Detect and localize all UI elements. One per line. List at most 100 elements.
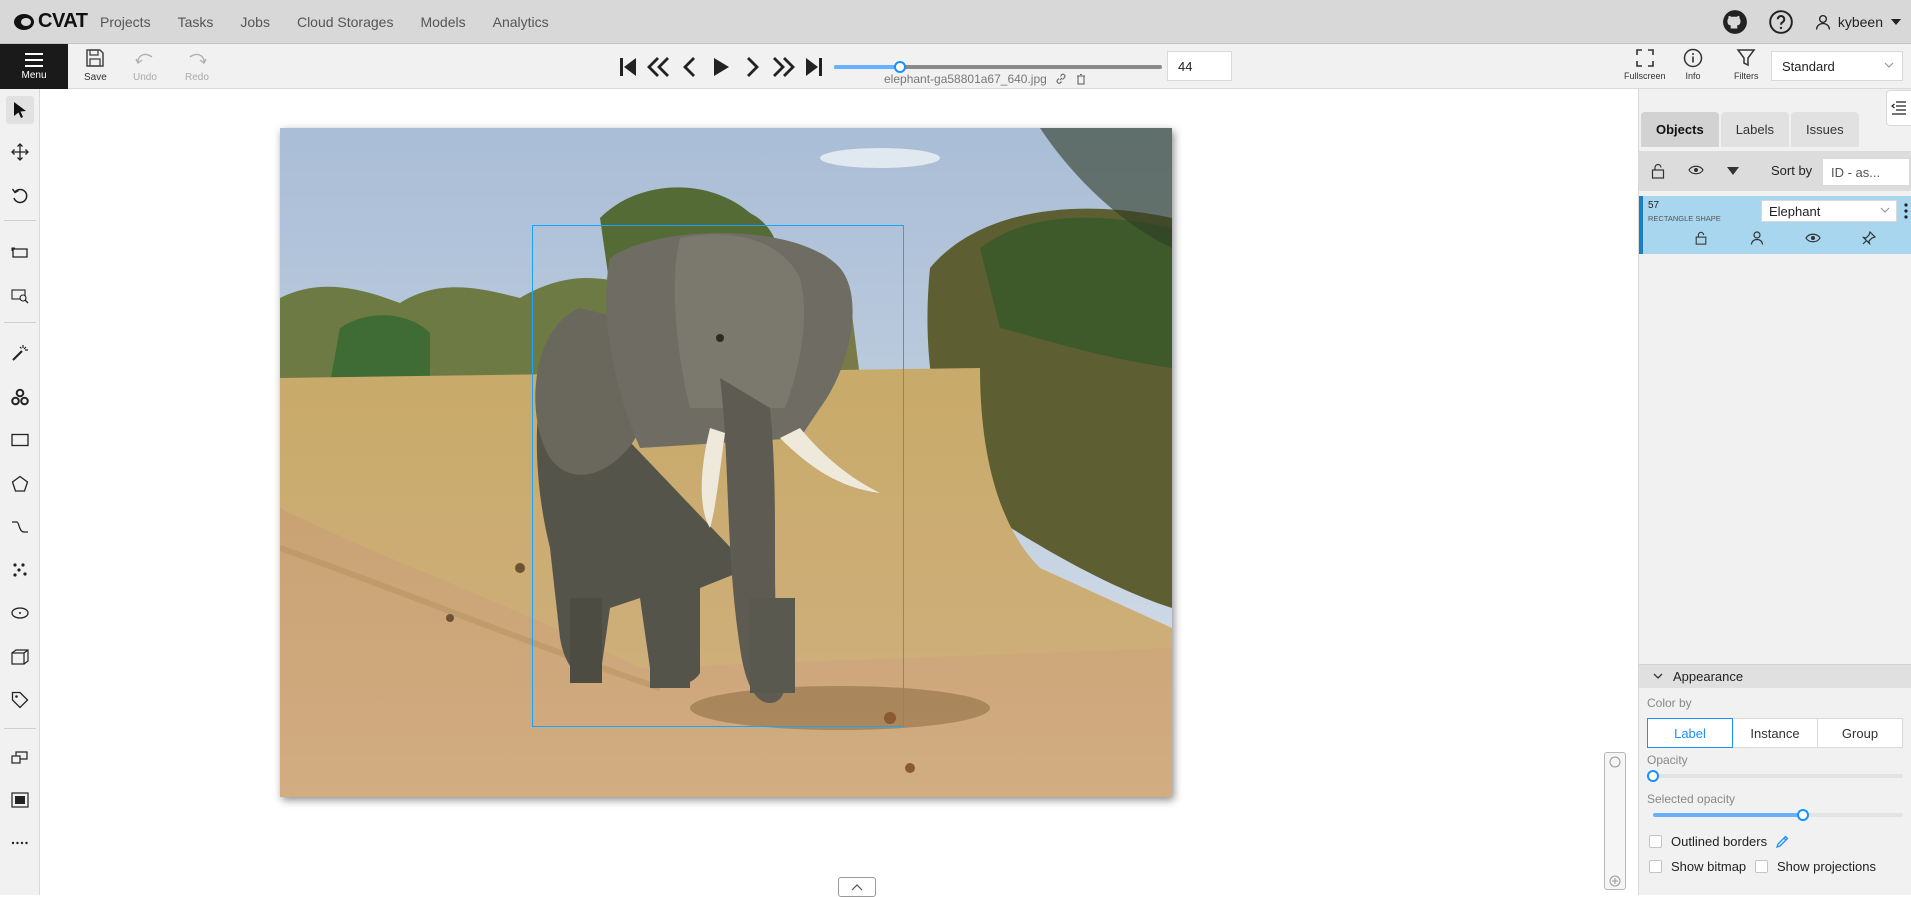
eye-icon[interactable] (1688, 163, 1704, 177)
visibility-icon[interactable] (1805, 231, 1821, 245)
top-right-controls: kybeen (1722, 0, 1911, 44)
appearance-title: Appearance (1673, 669, 1744, 684)
info-label: Info (1685, 71, 1701, 81)
redo-icon (189, 53, 207, 65)
opencv-tool[interactable] (6, 383, 34, 411)
color-by-label-button[interactable]: Label (1647, 718, 1733, 748)
redo-label: Redo (185, 72, 209, 83)
tab-objects[interactable]: Objects (1641, 112, 1719, 147)
filters-button[interactable]: Filters (1734, 48, 1759, 81)
nav-tasks[interactable]: Tasks (178, 14, 214, 30)
cuboid-tool[interactable] (6, 643, 34, 671)
nav-analytics[interactable]: Analytics (493, 14, 549, 30)
top-navigation-bar: CVAT Projects Tasks Jobs Cloud Storages … (0, 0, 1911, 44)
play-button[interactable] (705, 53, 736, 81)
next-frame-icon (746, 57, 759, 77)
show-bitmap-checkbox[interactable]: Show bitmap (1649, 859, 1746, 874)
show-projections-box[interactable] (1755, 860, 1768, 873)
forward-step-button[interactable] (767, 53, 798, 81)
split-tool[interactable] (6, 829, 34, 857)
occluded-icon[interactable] (1750, 231, 1764, 245)
opacity-slider-handle[interactable] (1647, 770, 1659, 782)
points-tool[interactable] (6, 556, 34, 584)
merge-tool[interactable] (6, 743, 34, 771)
selected-opacity-slider-handle[interactable] (1797, 809, 1809, 821)
zoom-control[interactable] (1604, 752, 1626, 890)
move-tool[interactable] (6, 138, 34, 166)
fast-forward-icon (772, 57, 795, 77)
polyline-tool[interactable] (6, 513, 34, 541)
ellipse-icon (11, 607, 29, 619)
workspace-select[interactable]: Standard (1771, 51, 1903, 81)
show-projections-checkbox[interactable]: Show projections (1755, 859, 1876, 874)
show-bitmap-box[interactable] (1649, 860, 1662, 873)
more-options-icon[interactable] (1903, 202, 1909, 220)
color-picker-icon[interactable] (1775, 835, 1789, 849)
color-by-group-button[interactable]: Group (1817, 718, 1903, 748)
object-item[interactable]: 57 RECTANGLE SHAPE Elephant (1639, 196, 1911, 254)
bottom-panel-toggle[interactable] (838, 877, 876, 897)
tab-labels[interactable]: Labels (1720, 112, 1789, 147)
move-icon (11, 143, 29, 161)
magic-wand-tool[interactable] (6, 339, 34, 367)
ellipse-tool[interactable] (6, 599, 34, 627)
opacity-slider-rail[interactable] (1653, 774, 1903, 778)
caret-down-icon (1891, 19, 1901, 25)
last-frame-button[interactable] (798, 53, 829, 81)
help-icon[interactable] (1768, 9, 1794, 35)
cvat-logo-icon (14, 13, 34, 30)
sidebar-collapse-button[interactable] (1886, 90, 1911, 126)
cursor-tool[interactable] (6, 96, 34, 124)
polyline-icon (12, 521, 28, 533)
fullscreen-button[interactable]: Fullscreen (1624, 48, 1666, 81)
collapse-all-icon[interactable] (1727, 167, 1739, 175)
unlock-all-icon[interactable] (1651, 163, 1665, 179)
show-bitmap-label: Show bitmap (1671, 859, 1747, 874)
nav-jobs[interactable]: Jobs (240, 14, 270, 30)
fit-image-tool[interactable] (6, 239, 34, 267)
previous-frame-button[interactable] (674, 53, 705, 81)
appearance-header[interactable]: Appearance (1639, 664, 1911, 688)
outlined-borders-checkbox[interactable]: Outlined borders (1649, 834, 1789, 849)
rectangle-icon (11, 433, 29, 447)
redo-button[interactable]: Redo (185, 48, 209, 83)
nav-models[interactable]: Models (420, 14, 465, 30)
opencv-icon (11, 388, 29, 406)
frame-slider-track (834, 65, 900, 69)
outlined-borders-label: Outlined borders (1671, 834, 1768, 849)
color-by-instance-button[interactable]: Instance (1732, 718, 1818, 748)
rectangle-tool[interactable] (6, 426, 34, 454)
group-tool[interactable] (6, 786, 34, 814)
sort-select[interactable]: ID - as... (1822, 158, 1910, 186)
tool-separator (4, 220, 36, 221)
polygon-tool[interactable] (6, 470, 34, 498)
github-icon[interactable] (1722, 9, 1748, 35)
magic-wand-icon (12, 345, 28, 361)
first-frame-button[interactable] (612, 53, 643, 81)
pin-icon[interactable] (1862, 231, 1876, 245)
undo-button[interactable]: Undo (133, 48, 157, 83)
next-frame-button[interactable] (736, 53, 767, 81)
back-step-button[interactable] (643, 53, 674, 81)
tab-issues[interactable]: Issues (1791, 112, 1859, 147)
object-label-select[interactable]: Elephant (1761, 200, 1897, 222)
info-button[interactable]: Info (1683, 48, 1703, 81)
cvat-logo[interactable]: CVAT (13, 10, 88, 33)
elephant-bounding-box[interactable] (532, 225, 904, 727)
menu-button[interactable]: Menu (0, 44, 68, 89)
outlined-borders-box[interactable] (1649, 835, 1662, 848)
selected-opacity-label: Selected opacity (1647, 792, 1736, 806)
copy-link-icon[interactable] (1055, 73, 1067, 85)
lock-object-icon[interactable] (1694, 231, 1708, 245)
chevron-down-icon (1880, 207, 1890, 213)
zoom-region-tool[interactable] (6, 282, 34, 310)
save-button[interactable]: Save (84, 48, 107, 83)
frame-number-input[interactable] (1167, 51, 1232, 81)
nav-projects[interactable]: Projects (100, 14, 151, 30)
tag-tool[interactable] (6, 686, 34, 714)
rotate-tool[interactable] (6, 182, 34, 210)
nav-cloud-storages[interactable]: Cloud Storages (297, 14, 394, 30)
object-type: RECTANGLE SHAPE (1648, 214, 1721, 223)
delete-frame-icon[interactable] (1075, 73, 1087, 85)
user-menu[interactable]: kybeen (1814, 13, 1901, 31)
